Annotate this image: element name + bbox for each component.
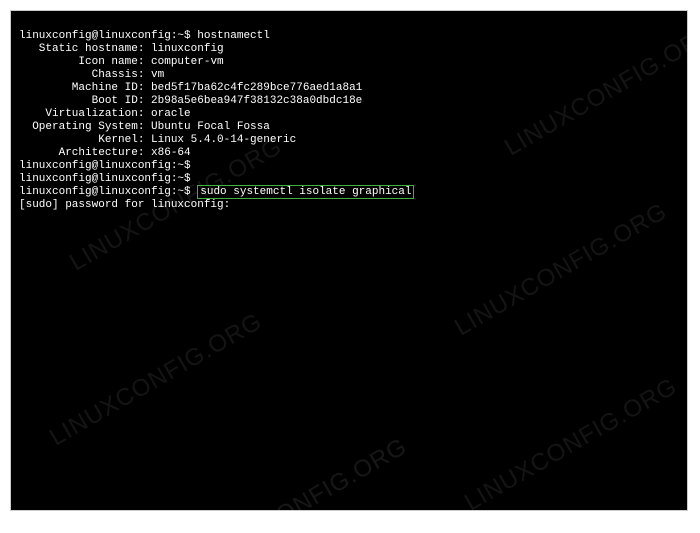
shell-prompt: linuxconfig@linuxconfig:~$ bbox=[19, 30, 191, 42]
watermark: LINUXCONFIG.ORG bbox=[45, 308, 267, 452]
output-kernel: Kernel: Linux 5.4.0-14-generic bbox=[19, 134, 296, 146]
prompt-line: linuxconfig@linuxconfig:~$ bbox=[19, 160, 191, 172]
prompt-line-highlighted: linuxconfig@linuxconfig:~$ sudo systemct… bbox=[19, 185, 414, 199]
prompt-line: linuxconfig@linuxconfig:~$ bbox=[19, 173, 191, 185]
output-virtualization: Virtualization: oracle bbox=[19, 108, 191, 120]
sudo-password-prompt[interactable]: [sudo] password for linuxconfig: bbox=[19, 199, 230, 211]
watermark: LINUXCONFIG.ORG bbox=[460, 373, 682, 511]
command-hostnamectl: hostnamectl bbox=[197, 30, 270, 42]
watermark: LINUXCONFIG.ORG bbox=[190, 433, 412, 511]
output-boot-id: Boot ID: 2b98a5e6bea947f38132c38a0dbdc18… bbox=[19, 95, 362, 107]
output-architecture: Architecture: x86-64 bbox=[19, 147, 191, 159]
output-operating-system: Operating System: Ubuntu Focal Fossa bbox=[19, 121, 270, 133]
prompt-line: linuxconfig@linuxconfig:~$ hostnamectl bbox=[19, 30, 270, 42]
shell-prompt: linuxconfig@linuxconfig:~$ bbox=[19, 186, 191, 198]
output-static-hostname: Static hostname: linuxconfig bbox=[19, 43, 224, 55]
terminal-content[interactable]: linuxconfig@linuxconfig:~$ hostnamectl S… bbox=[11, 11, 687, 231]
shell-prompt: linuxconfig@linuxconfig:~$ bbox=[19, 160, 191, 172]
output-chassis: Chassis: vm bbox=[19, 69, 164, 81]
terminal-window: LINUXCONFIG.ORG LINUXCONFIG.ORG LINUXCON… bbox=[10, 10, 688, 511]
highlighted-command: sudo systemctl isolate graphical bbox=[197, 185, 414, 199]
shell-prompt: linuxconfig@linuxconfig:~$ bbox=[19, 173, 191, 185]
output-machine-id: Machine ID: bed5f17ba62c4fc289bce776aed1… bbox=[19, 82, 362, 94]
output-icon-name: Icon name: computer-vm bbox=[19, 56, 224, 68]
